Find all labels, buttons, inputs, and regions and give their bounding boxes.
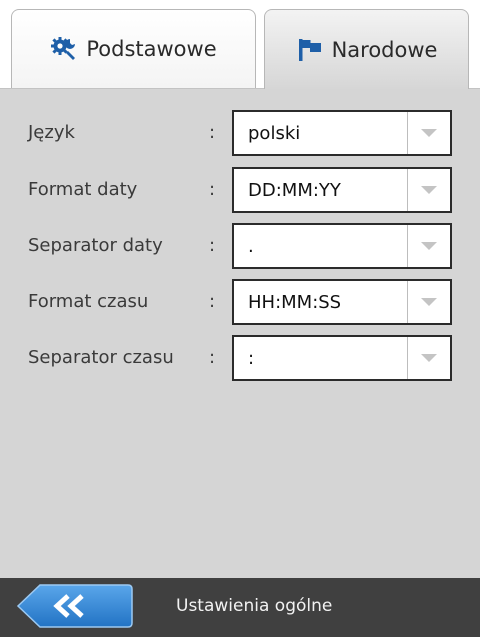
settings-panel: Język : polski Format daty : DD:MM:YY Se… bbox=[0, 88, 480, 579]
tab-narodowe-label: Narodowe bbox=[331, 37, 438, 62]
screen-title: Ustawienia ogólne bbox=[176, 596, 333, 616]
setting-colon: : bbox=[209, 347, 216, 368]
chevron-down-icon[interactable] bbox=[407, 169, 450, 211]
chevron-down-icon[interactable] bbox=[407, 281, 450, 323]
gears-icon bbox=[50, 35, 78, 63]
select-value: . bbox=[248, 236, 254, 257]
tab-podstawowe[interactable]: Podstawowe bbox=[11, 9, 256, 88]
setting-colon: : bbox=[209, 179, 216, 200]
setting-label: Format czasu bbox=[28, 291, 149, 312]
flag-icon bbox=[296, 36, 324, 64]
select-value: polski bbox=[248, 123, 301, 144]
setting-row-language: Język : polski bbox=[0, 110, 480, 156]
time-separator-select[interactable]: : bbox=[232, 335, 452, 381]
chevron-down-icon[interactable] bbox=[407, 337, 450, 379]
setting-label: Język bbox=[28, 122, 75, 143]
setting-colon: : bbox=[209, 122, 216, 143]
setting-colon: : bbox=[209, 291, 216, 312]
chevron-down-icon[interactable] bbox=[407, 225, 450, 267]
setting-row-date-format: Format daty : DD:MM:YY bbox=[0, 167, 480, 213]
setting-row-date-separator: Separator daty : . bbox=[0, 223, 480, 269]
setting-row-time-separator: Separator czasu : : bbox=[0, 335, 480, 381]
tab-podstawowe-label: Podstawowe bbox=[86, 37, 217, 61]
setting-label: Separator daty bbox=[28, 235, 163, 256]
date-format-select[interactable]: DD:MM:YY bbox=[232, 167, 452, 213]
chevron-down-icon[interactable] bbox=[407, 112, 450, 154]
setting-label: Separator czasu bbox=[28, 347, 174, 368]
select-value: : bbox=[248, 348, 255, 369]
back-button[interactable] bbox=[16, 583, 134, 629]
tab-narodowe[interactable]: Narodowe bbox=[264, 9, 469, 89]
language-select[interactable]: polski bbox=[232, 110, 452, 156]
footer-bar: Ustawienia ogólne bbox=[0, 578, 480, 637]
time-format-select[interactable]: HH:MM:SS bbox=[232, 279, 452, 325]
select-value: DD:MM:YY bbox=[248, 180, 341, 201]
setting-label: Format daty bbox=[28, 179, 138, 200]
setting-colon: : bbox=[209, 235, 216, 256]
tab-bar: Podstawowe Narodowe bbox=[0, 0, 480, 89]
select-value: HH:MM:SS bbox=[248, 292, 342, 313]
setting-row-time-format: Format czasu : HH:MM:SS bbox=[0, 279, 480, 325]
date-separator-select[interactable]: . bbox=[232, 223, 452, 269]
